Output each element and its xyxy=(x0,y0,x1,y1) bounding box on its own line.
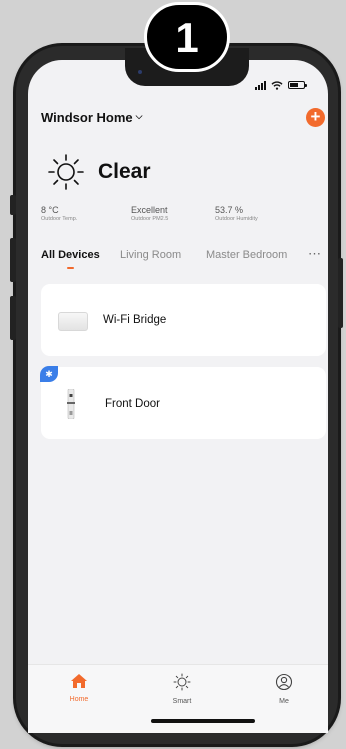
device-card-wifi-bridge[interactable]: Wi-Fi Bridge xyxy=(41,284,326,356)
bottom-nav: Home Smart Me xyxy=(28,664,328,733)
battery-icon xyxy=(288,81,307,89)
stat-value: Excellent xyxy=(131,205,168,215)
wifi-bridge-icon xyxy=(58,312,88,331)
wifi-icon xyxy=(271,80,283,90)
device-card-front-door[interactable]: Front Door xyxy=(41,367,326,439)
smart-lock-icon xyxy=(67,389,75,419)
home-icon xyxy=(71,674,87,688)
weather-condition: Clear xyxy=(98,160,151,183)
home-selector[interactable]: Windsor Home ⌵ xyxy=(41,110,142,125)
tab-master-bedroom[interactable]: Master Bedroom xyxy=(206,249,287,261)
stat-label: Outdoor Temp. xyxy=(41,216,78,222)
room-tabs: All Devices Living Room Master Bedroom ⋯ xyxy=(41,246,331,273)
weather-stats: 8 °C Outdoor Temp. Excellent Outdoor PM2… xyxy=(41,205,301,231)
stat-value: 53.7 % xyxy=(215,205,244,215)
device-name: Front Door xyxy=(105,398,160,410)
active-tab-indicator xyxy=(67,267,74,269)
weather-summary: Clear xyxy=(46,152,151,192)
nav-me[interactable]: Me xyxy=(259,673,309,705)
volume-up-button xyxy=(10,238,16,282)
nav-smart[interactable]: Smart xyxy=(157,673,207,705)
cellular-signal-icon xyxy=(255,80,266,90)
home-name: Windsor Home xyxy=(41,110,133,125)
nav-label: Me xyxy=(279,698,289,705)
nav-home[interactable]: Home xyxy=(54,673,104,703)
outdoor-temp-stat: 8 °C Outdoor Temp. xyxy=(41,205,77,222)
camera-dot xyxy=(138,70,142,74)
tab-all-devices[interactable]: All Devices xyxy=(41,249,100,261)
home-indicator xyxy=(151,719,255,723)
chevron-down-icon: ⌵ xyxy=(135,111,143,121)
outdoor-pm25-stat: Excellent Outdoor PM2.5 xyxy=(131,205,168,222)
nav-label: Home xyxy=(69,696,89,703)
plus-icon: + xyxy=(310,107,321,126)
volume-down-button xyxy=(10,296,16,340)
step-number-badge: 1 xyxy=(144,2,230,72)
sun-icon xyxy=(173,673,191,691)
nav-label: Smart xyxy=(172,698,192,705)
more-tabs-icon[interactable]: ⋯ xyxy=(308,246,321,262)
silent-switch xyxy=(10,195,16,215)
user-icon xyxy=(275,673,293,691)
status-bar-icons xyxy=(255,80,307,90)
stage: 1 Windsor Home ⌵ + Clear 8 °C Outdoor Te… xyxy=(0,0,346,749)
power-button xyxy=(338,258,343,328)
outdoor-humidity-stat: 53.7 % Outdoor Humidity xyxy=(215,205,258,222)
add-device-button[interactable]: + xyxy=(306,108,325,127)
sun-icon xyxy=(48,154,84,190)
stat-value: 8 °C xyxy=(41,205,59,215)
stat-label: Outdoor Humidity xyxy=(215,216,258,222)
tab-living-room[interactable]: Living Room xyxy=(120,249,181,261)
stat-label: Outdoor PM2.5 xyxy=(131,216,169,222)
device-name: Wi-Fi Bridge xyxy=(103,314,167,326)
